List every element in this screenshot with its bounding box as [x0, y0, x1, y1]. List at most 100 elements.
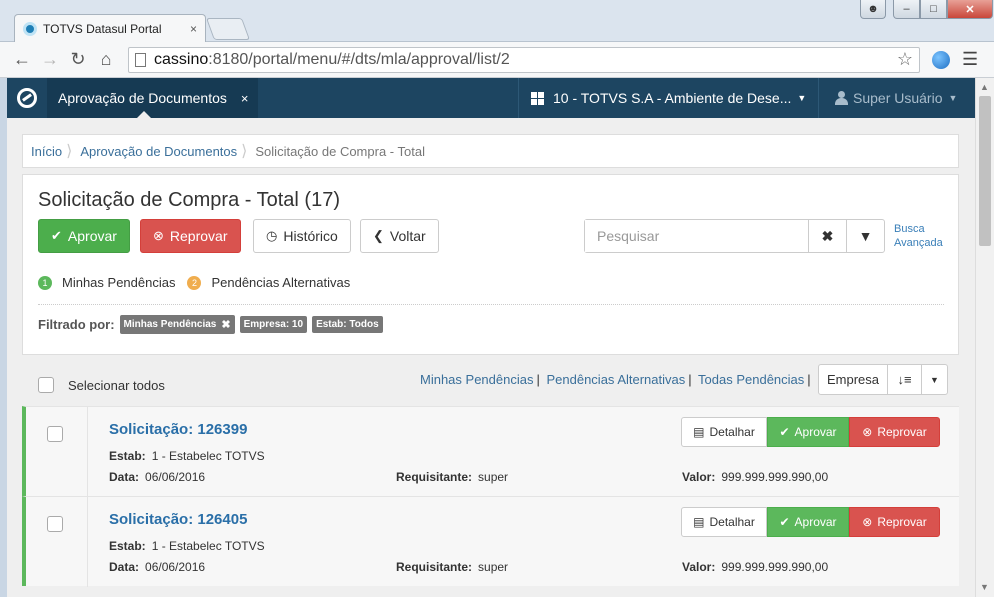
breadcrumb-approval[interactable]: Aprovação de Documentos — [80, 144, 237, 159]
row-reject-button[interactable]: ⊗ Reprovar — [849, 507, 940, 537]
history-button[interactable]: ◷ Histórico — [253, 219, 351, 253]
browser-menu-icon[interactable]: ☰ — [962, 49, 978, 70]
requester-label: Requisitante: — [396, 560, 473, 574]
value-amount: 999.999.999.990,00 — [721, 470, 829, 484]
approve-button[interactable]: ✔ Aprovar — [38, 219, 130, 253]
row-reject-button[interactable]: ⊗ Reprovar — [849, 417, 940, 447]
list-item: Solicitação: 126405 Estab: 1 - Estabelec … — [22, 496, 959, 587]
advanced-search-link[interactable]: Busca Avançada — [894, 222, 943, 250]
search-group: ✖ ▼ — [584, 219, 885, 253]
detail-label: Detalhar — [709, 515, 755, 529]
totvs-logo-icon[interactable] — [7, 78, 47, 118]
check-circle-icon: ✔ — [779, 425, 790, 439]
sort-dropdown-icon[interactable]: ▼ — [921, 365, 947, 394]
reload-icon[interactable]: ↻ — [66, 48, 90, 72]
search-input[interactable] — [585, 220, 808, 252]
address-bar[interactable]: cassino:8180/portal/menu/#/dts/mla/appro… — [128, 46, 920, 73]
detail-button[interactable]: ▤ Detalhar — [681, 417, 767, 447]
tab-close-icon[interactable]: × — [190, 22, 197, 36]
sort-group: Empresa ↓≡ ▼ — [818, 364, 948, 395]
row-checkbox[interactable] — [47, 426, 63, 442]
new-tab-button[interactable] — [205, 18, 251, 40]
link-alternative-pending[interactable]: Pendências Alternativas — [546, 372, 685, 387]
close-window-button[interactable]: ✕ — [947, 0, 993, 19]
sort-order-icon[interactable]: ↓≡ — [887, 365, 921, 394]
advanced-search-line1: Busca — [894, 223, 925, 235]
detail-label: Detalhar — [709, 425, 755, 439]
breadcrumb-current: Solicitação de Compra - Total — [255, 143, 425, 159]
row-approve-label: Aprovar — [794, 515, 837, 529]
estab-field: Estab: 1 - Estabelec TOTVS — [109, 539, 265, 553]
estab-value: 1 - Estabelec TOTVS — [151, 449, 265, 463]
user-menu[interactable]: Super Usuário ▼ — [823, 78, 969, 118]
filter-label: Filtrado por: — [38, 317, 115, 332]
filter-button[interactable]: ▼ — [846, 220, 884, 252]
select-all-label: Selecionar todos — [68, 377, 165, 393]
row-actions: ▤ Detalhar ✔ Aprovar ⊗ Reprovar — [681, 507, 940, 537]
request-title-link[interactable]: Solicitação: 126399 — [109, 421, 247, 438]
forward-arrow-icon[interactable]: → — [38, 48, 62, 72]
pending-legend: 1 Minhas Pendências 2 Pendências Alterna… — [38, 275, 350, 290]
home-icon[interactable]: ⌂ — [94, 48, 118, 72]
value-label: Valor: — [682, 470, 716, 484]
row-checkbox-cell — [26, 407, 88, 497]
check-circle-icon: ✔ — [51, 228, 62, 243]
date-label: Data: — [109, 560, 140, 574]
detail-button[interactable]: ▤ Detalhar — [681, 507, 767, 537]
company-selector[interactable]: 10 - TOTVS S.A - Ambiente de Dese... ▼ — [518, 78, 820, 118]
row-checkbox[interactable] — [47, 516, 63, 532]
maximize-button[interactable]: □ — [920, 0, 947, 19]
page-scrollbar[interactable]: ▲ ▼ — [975, 78, 994, 597]
link-separator: | — [807, 372, 811, 387]
filter-tag-mine[interactable]: Minhas Pendências ✖ — [119, 315, 235, 334]
active-app-tab[interactable]: Aprovação de Documentos × — [47, 78, 259, 118]
scroll-up-icon[interactable]: ▲ — [980, 82, 989, 92]
request-list: Solicitação: 126399 Estab: 1 - Estabelec … — [22, 406, 959, 587]
link-my-pending[interactable]: Minhas Pendências — [420, 372, 533, 387]
bookmark-star-icon[interactable]: ☆ — [897, 49, 913, 70]
totvs-favicon-icon — [23, 21, 37, 36]
filter-icon: ▼ — [858, 228, 873, 244]
row-approve-button[interactable]: ✔ Aprovar — [767, 507, 849, 537]
value-label: Valor: — [682, 560, 716, 574]
requester-field: Requisitante: super — [396, 470, 508, 484]
estab-label: Estab: — [109, 539, 146, 553]
reject-button-label: Reprovar — [169, 228, 228, 244]
estab-label: Estab: — [109, 449, 146, 463]
clear-search-button[interactable]: ✖ — [808, 220, 846, 252]
row-approve-button[interactable]: ✔ Aprovar — [767, 417, 849, 447]
minimize-button[interactable]: – — [893, 0, 920, 19]
select-all-checkbox[interactable] — [38, 377, 54, 393]
reject-button[interactable]: ⊗ Reprovar — [140, 219, 241, 253]
remove-filter-icon[interactable]: ✖ — [221, 318, 230, 331]
row-actions: ▤ Detalhar ✔ Aprovar ⊗ Reprovar — [681, 417, 940, 447]
request-title-link[interactable]: Solicitação: 126405 — [109, 511, 247, 528]
advanced-search-line2: Avançada — [894, 237, 943, 249]
link-all-pending[interactable]: Todas Pendências — [698, 372, 804, 387]
pending-filter-links: Minhas Pendências | Pendências Alternativ… — [420, 372, 814, 387]
app-header: Aprovação de Documentos × 10 - TOTVS S.A… — [7, 78, 975, 118]
window-controls: – □ ✕ — [893, 0, 993, 19]
legend-badge-alternative: 2 — [187, 275, 202, 290]
user-name: Super Usuário — [853, 90, 943, 106]
requester-label: Requisitante: — [396, 470, 473, 484]
scrollbar-thumb[interactable] — [979, 96, 991, 246]
link-separator: | — [688, 372, 692, 387]
scroll-down-icon[interactable]: ▼ — [980, 582, 989, 592]
history-button-label: Histórico — [283, 228, 338, 244]
select-all[interactable]: Selecionar todos — [38, 377, 165, 393]
breadcrumb-home[interactable]: Início — [31, 144, 62, 159]
user-profile-icon[interactable]: ☻ — [860, 0, 886, 19]
sort-field-button[interactable]: Empresa — [819, 365, 887, 394]
browser-tab[interactable]: TOTVS Datasul Portal × — [14, 14, 206, 42]
list-item: Solicitação: 126399 Estab: 1 - Estabelec … — [22, 406, 959, 497]
extension-globe-icon[interactable] — [932, 50, 950, 69]
row-approve-label: Aprovar — [794, 425, 837, 439]
date-field: Data: 06/06/2016 — [109, 470, 205, 484]
back-button[interactable]: ❮ Voltar — [360, 219, 439, 253]
close-app-tab-icon[interactable]: × — [241, 91, 249, 106]
back-arrow-icon[interactable]: ← — [10, 48, 34, 72]
url-text[interactable]: cassino:8180/portal/menu/#/dts/mla/appro… — [154, 51, 897, 69]
filter-tag-estab: Estab: Todos — [312, 316, 383, 333]
window-user-button[interactable]: ☻ — [860, 0, 886, 19]
